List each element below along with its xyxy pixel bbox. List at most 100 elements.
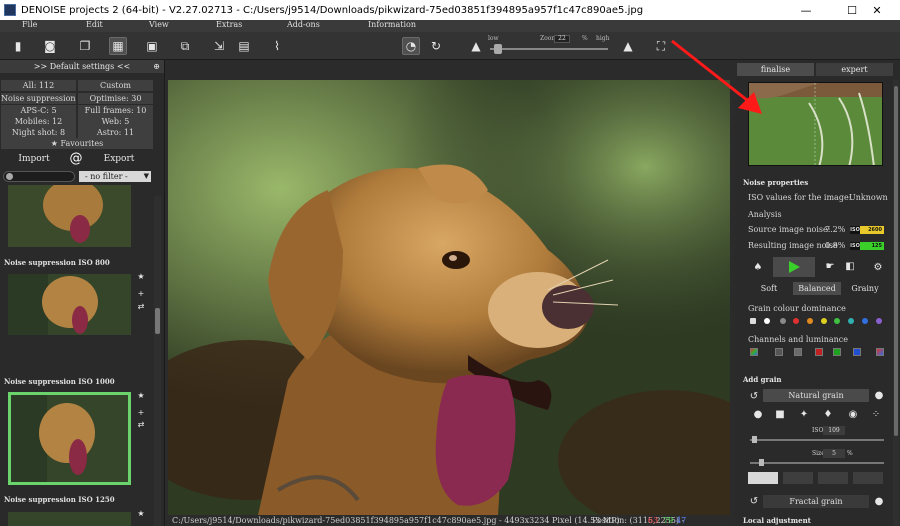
grain-shape-ramp-right[interactable] xyxy=(783,472,813,484)
shape-star-icon[interactable]: ✦ xyxy=(797,407,811,421)
speed-icon[interactable]: ◔ xyxy=(402,37,420,55)
minimize-button[interactable]: — xyxy=(783,0,829,20)
search-input[interactable] xyxy=(3,171,75,182)
grain-shape-ramp-left[interactable] xyxy=(818,472,848,484)
swap-icon[interactable]: ⇄ xyxy=(136,420,146,429)
channel-rgb[interactable] xyxy=(750,348,758,356)
menu-information[interactable]: Information xyxy=(368,20,416,29)
iso-grain-slider[interactable] xyxy=(750,439,884,441)
category-all[interactable]: All: 112 xyxy=(1,80,76,91)
apply-button[interactable] xyxy=(773,257,815,277)
close-button[interactable]: ✕ xyxy=(854,0,900,20)
size-slider[interactable] xyxy=(750,462,884,464)
redo-icon[interactable]: ↻ xyxy=(427,37,445,55)
mode-grainy[interactable]: Grainy xyxy=(841,282,889,295)
swatch-purple[interactable] xyxy=(876,318,882,324)
favourite-star-icon[interactable]: ★ xyxy=(136,272,146,281)
channel-blue[interactable] xyxy=(853,348,861,356)
shape-scatter-icon[interactable]: ⁘ xyxy=(869,407,883,421)
natural-grain-select[interactable]: Natural grain xyxy=(763,389,869,402)
swatch-green[interactable] xyxy=(834,318,840,324)
swatch-red[interactable] xyxy=(793,318,799,324)
channel-luma[interactable] xyxy=(775,348,783,356)
menu-extras[interactable]: Extras xyxy=(216,20,242,29)
settings-gear-icon[interactable]: ⚙ xyxy=(871,260,885,274)
zoom-slider-track[interactable] xyxy=(490,48,608,50)
channel-green[interactable] xyxy=(833,348,841,356)
menu-view[interactable]: View xyxy=(149,20,169,29)
size-input[interactable]: 5 xyxy=(823,449,845,458)
export-icon[interactable]: ⧉ xyxy=(176,37,194,55)
zoom-in-icon[interactable]: ▲ xyxy=(619,37,637,55)
swatch-cyan[interactable] xyxy=(848,318,854,324)
channel-grey[interactable] xyxy=(794,348,802,356)
favourite-star-icon[interactable]: ★ xyxy=(136,391,146,400)
menu-add-ons[interactable]: Add-ons xyxy=(287,20,320,29)
grain-shape-flat[interactable] xyxy=(748,472,778,484)
swap-icon[interactable]: ⇄ xyxy=(136,302,146,311)
mode-soft[interactable]: Soft xyxy=(745,282,793,295)
preset-thumbnail-previous[interactable] xyxy=(8,185,131,247)
mode-balanced[interactable]: Balanced xyxy=(793,282,841,295)
swatch-orange[interactable] xyxy=(807,318,813,324)
camera-icon[interactable] xyxy=(750,318,756,324)
preset-thumbnail-iso-1000[interactable] xyxy=(8,392,131,485)
iso-grain-slider-thumb[interactable] xyxy=(752,436,757,443)
fractal-grain-select[interactable]: Fractal grain xyxy=(763,495,869,508)
export-button[interactable]: Export xyxy=(92,152,146,167)
category-custom[interactable]: Custom xyxy=(78,80,153,91)
add-icon[interactable]: + xyxy=(136,289,146,298)
swatch-yellow[interactable] xyxy=(821,318,827,324)
hand-icon[interactable]: ☛ xyxy=(823,259,837,273)
category-full-frames[interactable]: Full frames: 10 xyxy=(78,105,153,116)
preset-thumbnail-iso-800[interactable] xyxy=(8,274,131,335)
tab-expert[interactable]: expert xyxy=(816,63,893,76)
preset-thumbnail-iso-1250[interactable] xyxy=(8,512,131,526)
shape-drop-icon[interactable]: ♦ xyxy=(821,407,835,421)
shape-circle-icon[interactable]: ● xyxy=(751,407,765,421)
category-night-shot[interactable]: Night shot: 8 xyxy=(1,127,76,138)
channel-mixed[interactable] xyxy=(876,348,884,356)
open-icon[interactable]: ⇲ xyxy=(210,37,228,55)
scrollbar-thumb[interactable] xyxy=(155,308,160,334)
copy-icon[interactable]: ❐ xyxy=(76,37,94,55)
channel-red[interactable] xyxy=(815,348,823,356)
brush-icon[interactable]: ♠ xyxy=(751,260,765,274)
filter-select[interactable]: - no filter - ▼ xyxy=(79,171,151,182)
zoom-input[interactable]: 22 xyxy=(554,35,570,43)
menu-edit[interactable]: Edit xyxy=(86,20,103,29)
import-button[interactable]: Import xyxy=(8,152,60,167)
zoom-slider-thumb[interactable] xyxy=(494,44,502,54)
shape-ring-icon[interactable]: ◉ xyxy=(846,407,860,421)
new-file-icon[interactable]: ▮ xyxy=(9,37,27,55)
swatch-grey[interactable] xyxy=(780,318,786,324)
batch-icon[interactable]: ▦ xyxy=(109,37,127,55)
zoom-out-icon[interactable]: ▲ xyxy=(467,37,485,55)
pin-icon[interactable]: ⊕ xyxy=(153,60,160,73)
compare-icon[interactable]: ▤ xyxy=(235,37,253,55)
iso-grain-input[interactable]: 109 xyxy=(823,426,845,435)
category-web[interactable]: Web: 5 xyxy=(78,116,153,127)
size-slider-thumb[interactable] xyxy=(759,459,764,466)
menu-file[interactable]: File xyxy=(22,20,37,29)
photo-preview[interactable] xyxy=(168,80,730,515)
category-noise-suppression[interactable]: Noise suppression: 31 xyxy=(1,93,76,104)
settings-scrollbar[interactable] xyxy=(893,80,899,526)
category-astro[interactable]: Astro: 11 xyxy=(78,127,153,138)
reset-icon[interactable]: ↺ xyxy=(747,494,761,508)
favourite-star-icon[interactable]: ★ xyxy=(136,509,146,518)
swatch-white[interactable] xyxy=(764,318,770,324)
histogram-icon[interactable]: ⌇ xyxy=(268,37,286,55)
add-icon[interactable]: + xyxy=(136,408,146,417)
scrollbar-thumb[interactable] xyxy=(894,86,898,436)
presets-scrollbar[interactable] xyxy=(154,196,161,526)
reset-icon[interactable]: ↺ xyxy=(747,389,761,403)
grain-ball-icon[interactable]: ● xyxy=(872,494,886,508)
save-icon[interactable]: ▣ xyxy=(143,37,161,55)
presets-header[interactable]: >> Default settings << ⊕ xyxy=(0,60,164,73)
grain-shape-double[interactable] xyxy=(853,472,883,484)
shape-square-icon[interactable]: ■ xyxy=(773,407,787,421)
grain-ball-icon[interactable]: ● xyxy=(872,388,886,402)
email-icon[interactable]: @ xyxy=(68,151,84,167)
camera-icon[interactable]: ◙ xyxy=(41,37,59,55)
